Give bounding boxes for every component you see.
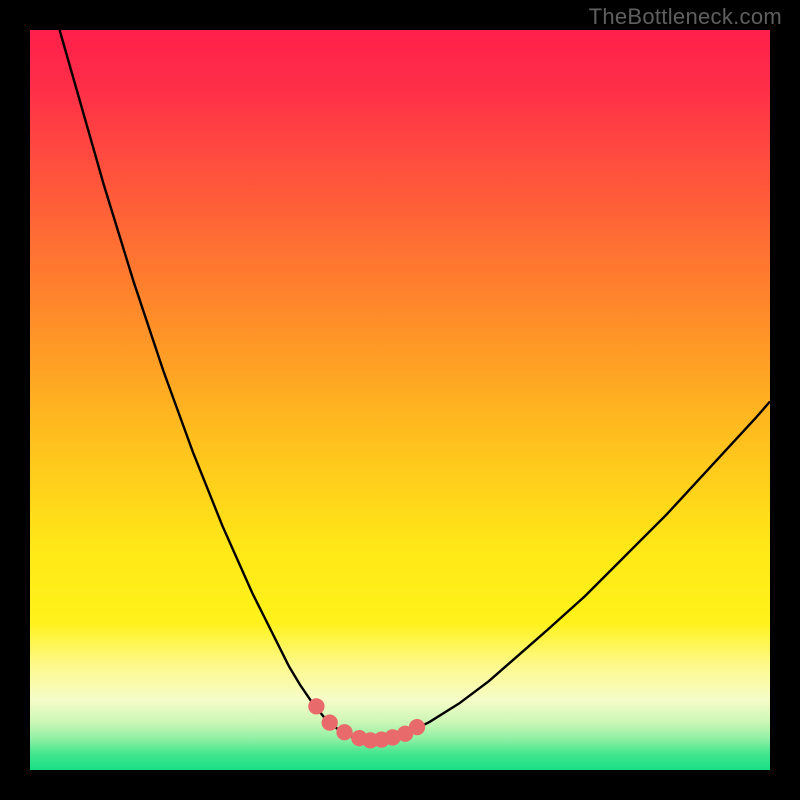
plot-area bbox=[30, 30, 770, 770]
chart-frame: TheBottleneck.com bbox=[0, 0, 800, 800]
marker-dot bbox=[336, 724, 352, 740]
gradient-background bbox=[30, 30, 770, 770]
watermark-text: TheBottleneck.com bbox=[589, 4, 782, 30]
marker-dot bbox=[322, 715, 338, 731]
chart-svg bbox=[30, 30, 770, 770]
marker-dot bbox=[409, 719, 425, 735]
marker-dot bbox=[308, 698, 324, 714]
